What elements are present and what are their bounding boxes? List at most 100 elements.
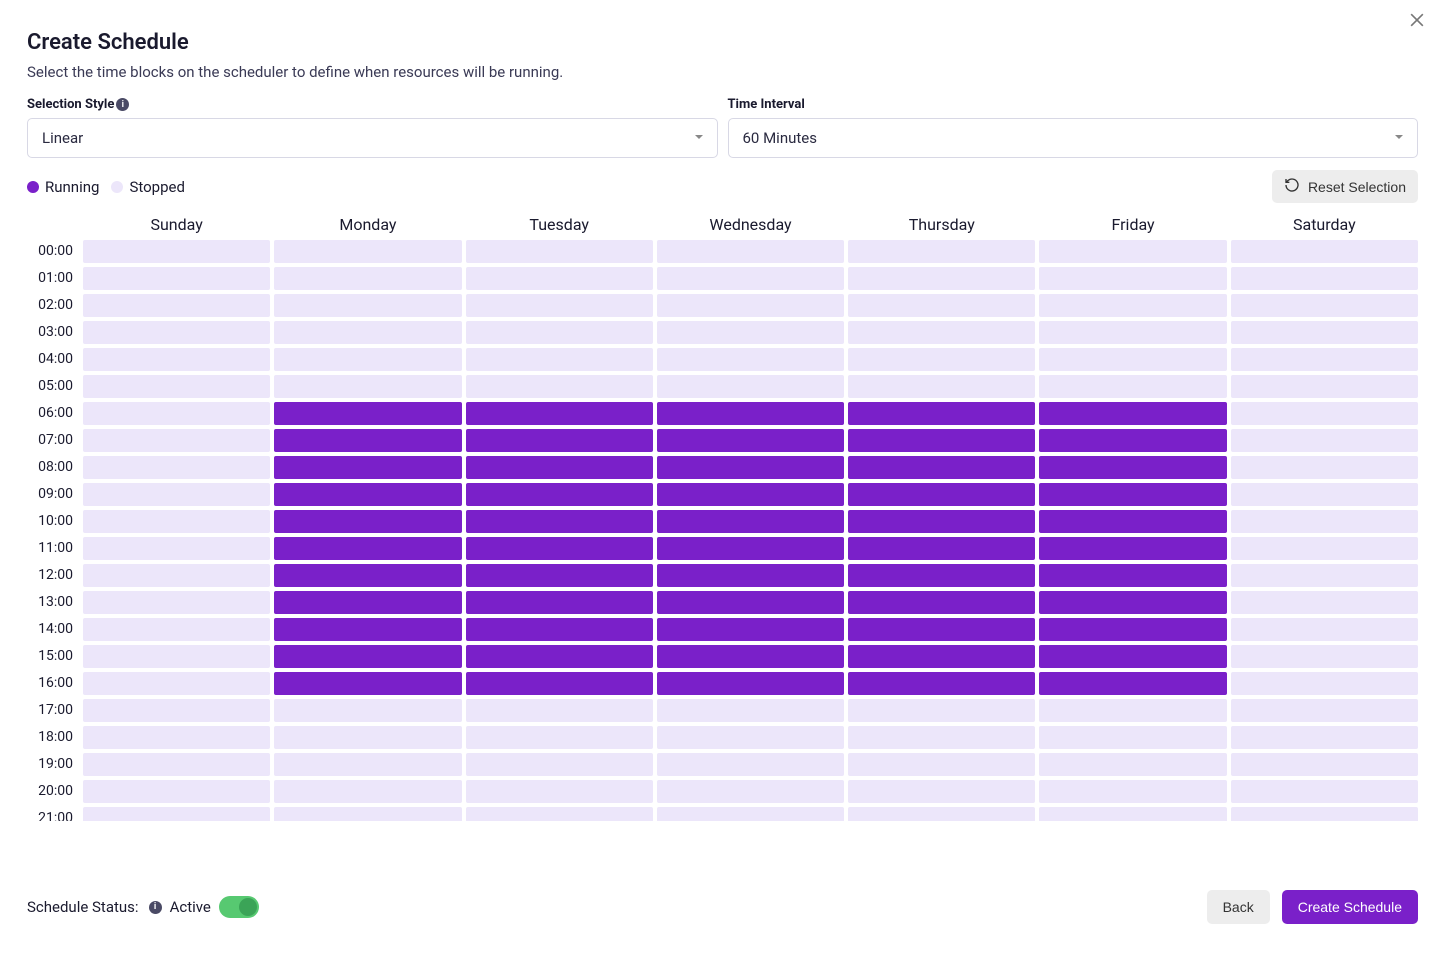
schedule-cell[interactable]	[1039, 537, 1226, 560]
schedule-cell[interactable]	[83, 591, 270, 614]
schedule-cell[interactable]	[848, 483, 1035, 506]
schedule-cell[interactable]	[1039, 294, 1226, 317]
schedule-cell[interactable]	[466, 321, 653, 344]
schedule-cell[interactable]	[848, 753, 1035, 776]
schedule-cell[interactable]	[1039, 348, 1226, 371]
schedule-cell[interactable]	[1039, 591, 1226, 614]
schedule-cell[interactable]	[657, 510, 844, 533]
schedule-cell[interactable]	[1231, 699, 1418, 722]
schedule-cell[interactable]	[1231, 510, 1418, 533]
schedule-cell[interactable]	[657, 726, 844, 749]
schedule-cell[interactable]	[83, 456, 270, 479]
schedule-cell[interactable]	[274, 753, 461, 776]
schedule-cell[interactable]	[1231, 780, 1418, 803]
schedule-cell[interactable]	[1231, 591, 1418, 614]
schedule-cell[interactable]	[1039, 564, 1226, 587]
schedule-cell[interactable]	[466, 672, 653, 695]
schedule-cell[interactable]	[1039, 267, 1226, 290]
schedule-cell[interactable]	[657, 321, 844, 344]
selection-style-select[interactable]: Linear	[27, 118, 718, 158]
schedule-cell[interactable]	[83, 699, 270, 722]
schedule-cell[interactable]	[657, 618, 844, 641]
schedule-cell[interactable]	[1039, 753, 1226, 776]
schedule-cell[interactable]	[466, 807, 653, 821]
schedule-cell[interactable]	[657, 564, 844, 587]
schedule-cell[interactable]	[848, 537, 1035, 560]
schedule-cell[interactable]	[657, 429, 844, 452]
schedule-cell[interactable]	[83, 780, 270, 803]
schedule-cell[interactable]	[1039, 780, 1226, 803]
schedule-cell[interactable]	[274, 726, 461, 749]
schedule-cell[interactable]	[274, 699, 461, 722]
schedule-cell[interactable]	[848, 591, 1035, 614]
schedule-cell[interactable]	[657, 267, 844, 290]
schedule-cell[interactable]	[83, 240, 270, 263]
schedule-cell[interactable]	[1231, 294, 1418, 317]
schedule-cell[interactable]	[1231, 672, 1418, 695]
schedule-cell[interactable]	[466, 429, 653, 452]
schedule-cell[interactable]	[657, 672, 844, 695]
schedule-cell[interactable]	[1231, 321, 1418, 344]
schedule-cell[interactable]	[1231, 618, 1418, 641]
close-button[interactable]	[1407, 10, 1431, 34]
schedule-cell[interactable]	[1039, 672, 1226, 695]
schedule-cell[interactable]	[848, 780, 1035, 803]
schedule-cell[interactable]	[1231, 645, 1418, 668]
schedule-cell[interactable]	[657, 348, 844, 371]
schedule-cell[interactable]	[83, 267, 270, 290]
schedule-cell[interactable]	[848, 429, 1035, 452]
schedule-cell[interactable]	[657, 780, 844, 803]
schedule-cell[interactable]	[657, 375, 844, 398]
schedule-cell[interactable]	[466, 483, 653, 506]
schedule-cell[interactable]	[1231, 537, 1418, 560]
schedule-cell[interactable]	[466, 564, 653, 587]
schedule-cell[interactable]	[274, 267, 461, 290]
schedule-cell[interactable]	[1231, 402, 1418, 425]
schedule-cell[interactable]	[466, 537, 653, 560]
schedule-cell[interactable]	[1039, 402, 1226, 425]
schedule-cell[interactable]	[274, 348, 461, 371]
schedule-cell[interactable]	[466, 699, 653, 722]
schedule-cell[interactable]	[274, 591, 461, 614]
schedule-cell[interactable]	[466, 240, 653, 263]
schedule-cell[interactable]	[657, 699, 844, 722]
schedule-cell[interactable]	[466, 510, 653, 533]
time-interval-select[interactable]: 60 Minutes	[728, 118, 1419, 158]
schedule-cell[interactable]	[1231, 564, 1418, 587]
schedule-cell[interactable]	[466, 780, 653, 803]
schedule-cell[interactable]	[1039, 483, 1226, 506]
schedule-cell[interactable]	[83, 321, 270, 344]
schedule-cell[interactable]	[657, 456, 844, 479]
schedule-cell[interactable]	[657, 807, 844, 821]
schedule-cell[interactable]	[274, 537, 461, 560]
schedule-cell[interactable]	[274, 645, 461, 668]
schedule-cell[interactable]	[1231, 429, 1418, 452]
schedule-cell[interactable]	[1039, 429, 1226, 452]
schedule-cell[interactable]	[83, 564, 270, 587]
schedule-cell[interactable]	[657, 645, 844, 668]
create-schedule-button[interactable]: Create Schedule	[1282, 890, 1418, 924]
schedule-cell[interactable]	[274, 672, 461, 695]
schedule-cell[interactable]	[1039, 321, 1226, 344]
schedule-cell[interactable]	[274, 375, 461, 398]
schedule-cell[interactable]	[274, 510, 461, 533]
schedule-cell[interactable]	[83, 483, 270, 506]
schedule-cell[interactable]	[848, 456, 1035, 479]
schedule-cell[interactable]	[274, 780, 461, 803]
schedule-cell[interactable]	[657, 753, 844, 776]
schedule-cell[interactable]	[1039, 807, 1226, 821]
schedule-cell[interactable]	[466, 375, 653, 398]
schedule-cell[interactable]	[274, 564, 461, 587]
schedule-cell[interactable]	[83, 618, 270, 641]
schedule-cell[interactable]	[83, 537, 270, 560]
schedule-cell[interactable]	[83, 348, 270, 371]
schedule-cell[interactable]	[466, 645, 653, 668]
schedule-cell[interactable]	[466, 294, 653, 317]
schedule-cell[interactable]	[274, 483, 461, 506]
schedule-cell[interactable]	[83, 510, 270, 533]
reset-selection-button[interactable]: Reset Selection	[1272, 170, 1418, 203]
schedule-cell[interactable]	[1231, 726, 1418, 749]
schedule-cell[interactable]	[1039, 618, 1226, 641]
schedule-cell[interactable]	[1231, 240, 1418, 263]
schedule-cell[interactable]	[1231, 348, 1418, 371]
